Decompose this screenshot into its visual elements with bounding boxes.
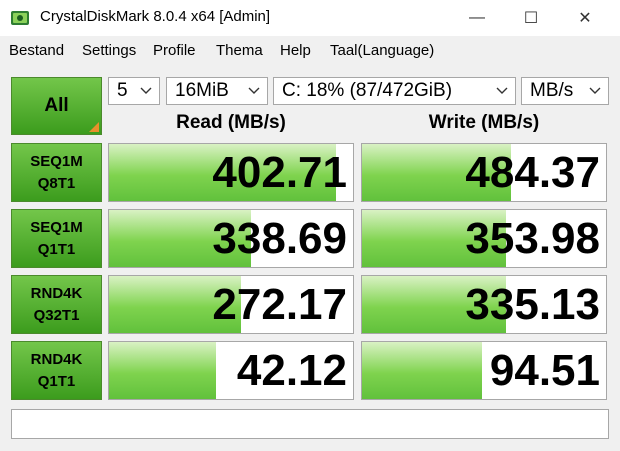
chevron-down-icon: [589, 87, 601, 94]
menu-language[interactable]: Taal(Language): [330, 42, 434, 59]
run-all-button[interactable]: All: [11, 77, 102, 135]
chevron-down-icon: [140, 87, 152, 94]
menu-profile[interactable]: Profile: [153, 42, 196, 59]
chevron-down-icon: [496, 87, 508, 94]
corner-marker-icon: [89, 122, 99, 132]
maximize-button[interactable]: ☐: [508, 0, 554, 36]
close-icon: ✕: [578, 10, 592, 27]
menu-thema[interactable]: Thema: [216, 42, 263, 59]
minimize-icon: —: [469, 9, 485, 26]
read-result-bar: [109, 342, 217, 399]
minimize-button[interactable]: —: [454, 0, 500, 36]
write-column-header: Write (MB/s): [428, 112, 540, 133]
test-name: SEQ1M: [30, 218, 83, 236]
write-result-bar: [362, 342, 482, 399]
read-result-value: 402.71: [212, 148, 347, 197]
test-params: Q8T1: [37, 174, 76, 192]
write-result-value: 335.13: [465, 280, 600, 329]
title-bar[interactable]: CrystalDiskMark 8.0.4 x64 [Admin] — ☐ ✕: [0, 0, 620, 36]
write-result-cell: 335.13: [361, 275, 607, 334]
test-size-select[interactable]: 16MiB: [166, 77, 268, 105]
read-column-header: Read (MB/s): [176, 112, 286, 133]
menu-bestand[interactable]: Bestand: [9, 42, 64, 59]
write-result-cell: 484.37: [361, 143, 607, 202]
drive-value: C: 18% (87/472GiB): [282, 80, 453, 101]
test-name: RND4K: [30, 284, 83, 302]
test-name: RND4K: [30, 350, 83, 368]
crystaldiskmark-window: CrystalDiskMark 8.0.4 x64 [Admin] — ☐ ✕ …: [0, 0, 620, 451]
test-button-rnd4k-q32t1[interactable]: RND4K Q32T1: [11, 275, 102, 334]
test-count-select[interactable]: 5: [108, 77, 160, 105]
test-button-seq1m-q1t1[interactable]: SEQ1M Q1T1: [11, 209, 102, 268]
write-result-value: 94.51: [489, 346, 600, 395]
write-result-cell: 94.51: [361, 341, 607, 400]
test-params: Q1T1: [37, 240, 76, 258]
test-size-value: 16MiB: [175, 80, 229, 101]
close-button[interactable]: ✕: [562, 0, 608, 36]
menu-settings[interactable]: Settings: [82, 42, 136, 59]
read-result-value: 272.17: [212, 280, 347, 329]
read-result-value: 338.69: [212, 214, 347, 263]
test-params: Q1T1: [37, 372, 76, 390]
test-name: SEQ1M: [30, 152, 83, 170]
test-button-rnd4k-q1t1[interactable]: RND4K Q1T1: [11, 341, 102, 400]
chevron-down-icon: [248, 87, 260, 94]
read-result-cell: 42.12: [108, 341, 354, 400]
read-result-value: 42.12: [236, 346, 347, 395]
window-title: CrystalDiskMark 8.0.4 x64 [Admin]: [40, 8, 271, 25]
menu-help[interactable]: Help: [280, 42, 311, 59]
crystaldiskmark-app-icon: [10, 8, 30, 28]
unit-value: MB/s: [530, 80, 574, 101]
write-result-value: 484.37: [465, 148, 600, 197]
read-result-cell: 402.71: [108, 143, 354, 202]
test-count-value: 5: [117, 80, 128, 101]
read-result-cell: 338.69: [108, 209, 354, 268]
comment-input[interactable]: [11, 409, 609, 439]
write-result-value: 353.98: [465, 214, 600, 263]
run-all-label: All: [44, 95, 69, 116]
test-params: Q32T1: [33, 306, 80, 324]
test-button-seq1m-q8t1[interactable]: SEQ1M Q8T1: [11, 143, 102, 202]
maximize-icon: ☐: [523, 10, 539, 27]
drive-select[interactable]: C: 18% (87/472GiB): [273, 77, 516, 105]
unit-select[interactable]: MB/s: [521, 77, 609, 105]
write-result-cell: 353.98: [361, 209, 607, 268]
menu-bar: Bestand Settings Profile Thema Help Taal…: [0, 36, 620, 64]
read-result-cell: 272.17: [108, 275, 354, 334]
